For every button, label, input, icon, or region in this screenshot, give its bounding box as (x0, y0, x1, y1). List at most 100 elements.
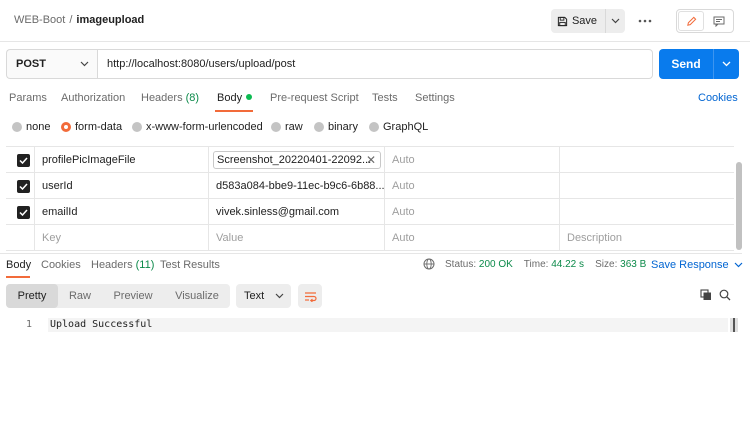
time-label: Time: (523, 259, 549, 270)
send-options-button[interactable] (714, 49, 739, 79)
row-value[interactable]: vivek.sinless@gmail.com (209, 199, 385, 225)
response-tab-body[interactable]: Body (6, 259, 31, 271)
radio-graphql-label: GraphQL (383, 121, 429, 133)
http-method-select[interactable]: POST (6, 49, 97, 79)
url-value: http://localhost:8080/users/upload/post (107, 58, 296, 70)
new-description-input[interactable]: Description (560, 225, 734, 251)
radio-graphql[interactable]: GraphQL (369, 121, 428, 133)
file-chip[interactable]: Screenshot_20220401-22092... ✕ (213, 151, 381, 169)
more-actions-button[interactable] (636, 9, 654, 33)
new-value-input[interactable]: Value (209, 225, 385, 251)
radio-none-label: none (26, 121, 51, 133)
comments-button[interactable] (708, 11, 730, 31)
save-response-label: Save Response (651, 259, 729, 271)
tab-body[interactable]: Body (217, 92, 253, 104)
row-content-type[interactable]: Auto (385, 147, 560, 173)
tab-settings[interactable]: Settings (415, 92, 455, 104)
chevron-down-icon (722, 61, 731, 67)
radio-form-data-label: form-data (75, 121, 123, 133)
status-value[interactable]: 200 OK (479, 259, 513, 270)
breadcrumb-request-name[interactable]: imageupload (76, 14, 144, 26)
tab-headers-label: Headers (141, 92, 183, 104)
check-icon (19, 208, 28, 216)
wrap-lines-button[interactable] (298, 284, 322, 308)
active-tab-indicator (215, 110, 253, 112)
send-button-group: Send (659, 49, 739, 79)
body-active-dot (246, 94, 253, 100)
row-content-type[interactable]: Auto (385, 199, 560, 225)
time-value[interactable]: 44.22 s (551, 259, 584, 270)
radio-none[interactable]: none (12, 121, 50, 133)
check-icon (19, 182, 28, 190)
save-button[interactable]: Save (551, 9, 603, 33)
radio-binary[interactable]: binary (314, 121, 358, 133)
send-button[interactable]: Send (659, 49, 713, 79)
tab-tests[interactable]: Tests (372, 92, 398, 104)
row-checkbox[interactable] (17, 179, 30, 193)
radio-binary-label: binary (328, 121, 358, 133)
response-body-editor[interactable] (6, 317, 736, 432)
search-icon[interactable] (719, 289, 731, 301)
radio-circle (12, 122, 22, 132)
row-key[interactable]: userId (35, 173, 209, 199)
row-checkbox-cell (6, 199, 35, 225)
response-tab-test-results[interactable]: Test Results (160, 259, 220, 271)
save-icon (557, 16, 568, 27)
size-value[interactable]: 363 B (620, 259, 646, 270)
breadcrumb-collection[interactable]: WEB-Boot (14, 14, 65, 26)
radio-urlencoded-label: x-www-form-urlencoded (146, 121, 263, 133)
tab-pre-request-script[interactable]: Pre-request Script (270, 92, 359, 104)
radio-circle (132, 122, 142, 132)
row-description[interactable] (560, 199, 734, 225)
status-label: Status: (445, 259, 477, 270)
tab-params[interactable]: Params (9, 92, 47, 104)
response-tab-cookies[interactable]: Cookies (41, 259, 81, 271)
response-headers-count: (11) (135, 259, 155, 271)
row-key[interactable]: profilePicImageFile (35, 147, 209, 173)
table-row-new: Key Value Auto Description (6, 225, 734, 251)
chevron-down-icon (611, 18, 620, 24)
tab-authorization[interactable]: Authorization (61, 92, 125, 104)
radio-circle (271, 122, 281, 132)
copy-icon[interactable] (700, 289, 712, 301)
table-row: profilePicImageFile Auto Screenshot_2022… (6, 147, 734, 173)
cookies-link[interactable]: Cookies (698, 92, 738, 104)
save-options-button[interactable] (605, 9, 625, 33)
row-key[interactable]: emailId (35, 199, 209, 225)
row-description[interactable] (560, 147, 734, 173)
globe-icon[interactable] (423, 258, 435, 270)
radio-raw[interactable]: raw (271, 121, 303, 133)
format-visualize[interactable]: Visualize (164, 284, 230, 308)
row-value[interactable]: d583a084-bbe9-11ec-b9c6-6b88... (209, 173, 385, 199)
radio-x-www-form-urlencoded[interactable]: x-www-form-urlencoded (132, 121, 263, 133)
row-checkbox[interactable] (17, 205, 30, 219)
radio-form-data[interactable]: form-data (61, 121, 122, 133)
response-tab-headers[interactable]: Headers (11) (91, 259, 154, 271)
check-icon (19, 156, 28, 164)
new-key-input[interactable]: Key (35, 225, 209, 251)
row-checkbox-cell (6, 173, 35, 199)
format-raw[interactable]: Raw (58, 284, 102, 308)
response-language-value: Text (244, 290, 265, 302)
format-pretty[interactable]: Pretty (6, 284, 58, 308)
radio-circle (314, 122, 324, 132)
edit-mode-button[interactable] (678, 11, 704, 31)
response-divider[interactable] (0, 253, 742, 254)
form-data-table: profilePicImageFile Auto Screenshot_2022… (6, 146, 734, 252)
save-response-button[interactable]: Save Response (651, 259, 743, 271)
chevron-down-icon (80, 61, 89, 67)
row-checkbox[interactable] (17, 153, 30, 167)
tab-headers[interactable]: Headers (8) (141, 92, 199, 104)
url-input[interactable]: http://localhost:8080/users/upload/post (97, 49, 653, 79)
row-content-type[interactable]: Auto (385, 173, 560, 199)
response-language-select[interactable]: Text (236, 284, 291, 308)
editor-minimap-thumb[interactable] (733, 318, 735, 332)
row-checkbox-cell (6, 225, 35, 251)
save-label: Save (571, 15, 598, 27)
tab-body-label: Body (217, 92, 243, 104)
format-preview[interactable]: Preview (104, 284, 162, 308)
table-scrollbar[interactable] (736, 162, 742, 250)
row-description[interactable] (560, 173, 734, 199)
new-content-type[interactable]: Auto (385, 225, 560, 251)
remove-file-icon[interactable]: ✕ (366, 153, 376, 167)
